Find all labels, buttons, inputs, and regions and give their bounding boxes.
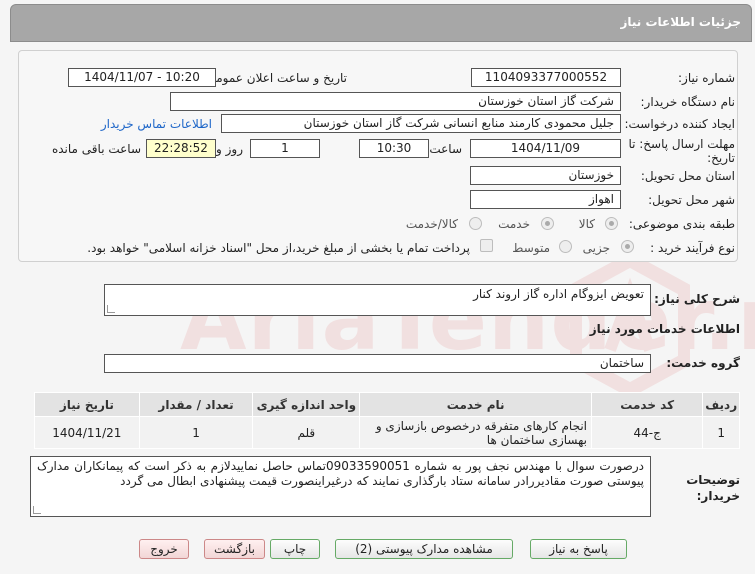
buyer-org-field: شرکت گاز استان خوزستان: [170, 92, 621, 111]
reply-button[interactable]: پاسخ به نیاز: [530, 539, 627, 559]
province-field: خوزستان: [470, 166, 621, 185]
process-label: نوع فرآیند خرید :: [650, 241, 735, 255]
summary-label: شرح کلی نیاز:: [654, 292, 740, 306]
services-table: ردیف کد خدمت نام خدمت واحد اندازه گیری ت…: [34, 392, 740, 449]
back-button[interactable]: بازگشت: [204, 539, 265, 559]
city-label: شهر محل تحویل:: [648, 193, 735, 207]
deadline-label: مهلت ارسال پاسخ: تا: [628, 137, 735, 151]
attachments-button[interactable]: مشاهده مدارک پیوستی (2): [335, 539, 513, 559]
buyer-org-label: نام دستگاه خریدار:: [640, 95, 736, 109]
col-header-service-name: نام خدمت: [359, 392, 592, 417]
page-title: جزئیات اطلاعات نیاز: [620, 15, 741, 29]
deadline-label-date: تاریخ:: [707, 151, 735, 165]
remaining-label: ساعت باقی مانده: [51, 142, 141, 156]
creator-field: جلیل محمودی کارمند منابع انسانی شرکت گاز…: [221, 114, 621, 133]
buyer-notes-label: توضیحات: [686, 473, 740, 487]
col-header-quantity: تعداد / مقدار: [138, 392, 254, 417]
treasury-note: پرداخت تمام یا بخشی از مبلغ خرید،از محل …: [87, 241, 470, 255]
category-radio-goods[interactable]: [605, 217, 618, 230]
category-label: طبقه بندی موضوعی:: [628, 217, 735, 231]
deadline-date-field: 1404/11/09: [470, 139, 621, 158]
category-option-goods: کالا: [578, 217, 595, 231]
col-header-unit: واحد اندازه گیری: [252, 392, 361, 417]
creator-label: ایجاد کننده درخواست:: [624, 117, 735, 131]
city-field: اهواز: [470, 190, 621, 209]
category-option-service: خدمت: [498, 217, 530, 231]
need-number-field: 1104093377000552: [471, 68, 621, 87]
process-radio-minor[interactable]: [621, 240, 634, 253]
service-group-field: ساختمان: [104, 354, 651, 373]
process-option-medium: متوسط: [512, 241, 550, 255]
cell-need-date: 1404/11/21: [34, 416, 140, 449]
summary-text: تعویض ایزوگام اداره گاز اروند کنار: [473, 287, 644, 301]
treasury-checkbox[interactable]: [480, 239, 493, 252]
cell-service-code: ج-44: [590, 416, 704, 449]
remaining-time-field: 22:28:52: [146, 139, 216, 158]
table-row: 1 ج-44 انجام کارهای متفرقه درخصوص بازساز…: [34, 416, 740, 449]
process-option-minor: جزیی: [582, 241, 610, 255]
table-header-row: ردیف کد خدمت نام خدمت واحد اندازه گیری ت…: [34, 392, 740, 417]
title-bar: جزئیات اطلاعات نیاز: [10, 4, 752, 42]
cell-row-number: 1: [702, 416, 740, 449]
category-radio-service[interactable]: [541, 217, 554, 230]
resize-handle-icon[interactable]: [107, 305, 115, 313]
buyer-notes-text: درصورت سوال با مهندس نجف پور به شماره 09…: [37, 459, 644, 488]
announce-field: 1404/11/07 - 10:20: [68, 68, 216, 87]
announce-label: تاریخ و ساعت اعلان عمومی:: [202, 71, 347, 85]
buyer-notes-label-2: خریدار:: [696, 489, 740, 503]
cell-quantity: 1: [138, 416, 254, 449]
need-number-label: شماره نیاز:: [678, 71, 735, 85]
category-radio-goods-service[interactable]: [469, 217, 482, 230]
print-button[interactable]: چاپ: [270, 539, 320, 559]
col-header-row-number: ردیف: [702, 392, 740, 417]
cell-service-name: انجام کارهای متفرقه درخصوص بازسازی و بهس…: [359, 416, 592, 449]
cell-unit: قلم: [252, 416, 361, 449]
province-label: استان محل تحویل:: [640, 169, 735, 183]
days-label: روز و: [216, 142, 243, 156]
process-radio-medium[interactable]: [559, 240, 572, 253]
services-section-title: اطلاعات خدمات مورد نیاز: [589, 322, 740, 336]
exit-button[interactable]: خروج: [139, 539, 189, 559]
contact-info-link[interactable]: اطلاعات تماس خریدار: [101, 117, 212, 131]
days-field: 1: [250, 139, 320, 158]
col-header-service-code: کد خدمت: [590, 392, 704, 417]
buyer-notes-field: درصورت سوال با مهندس نجف پور به شماره 09…: [30, 456, 651, 517]
deadline-time-field: 10:30: [359, 139, 429, 158]
col-header-need-date: تاریخ نیاز: [34, 392, 140, 417]
time-label: ساعت: [429, 142, 462, 156]
service-group-label: گروه خدمت:: [666, 356, 740, 370]
category-option-goods-service: کالا/خدمت: [405, 217, 458, 231]
resize-handle-icon[interactable]: [33, 506, 41, 514]
summary-field: تعویض ایزوگام اداره گاز اروند کنار: [104, 284, 651, 316]
